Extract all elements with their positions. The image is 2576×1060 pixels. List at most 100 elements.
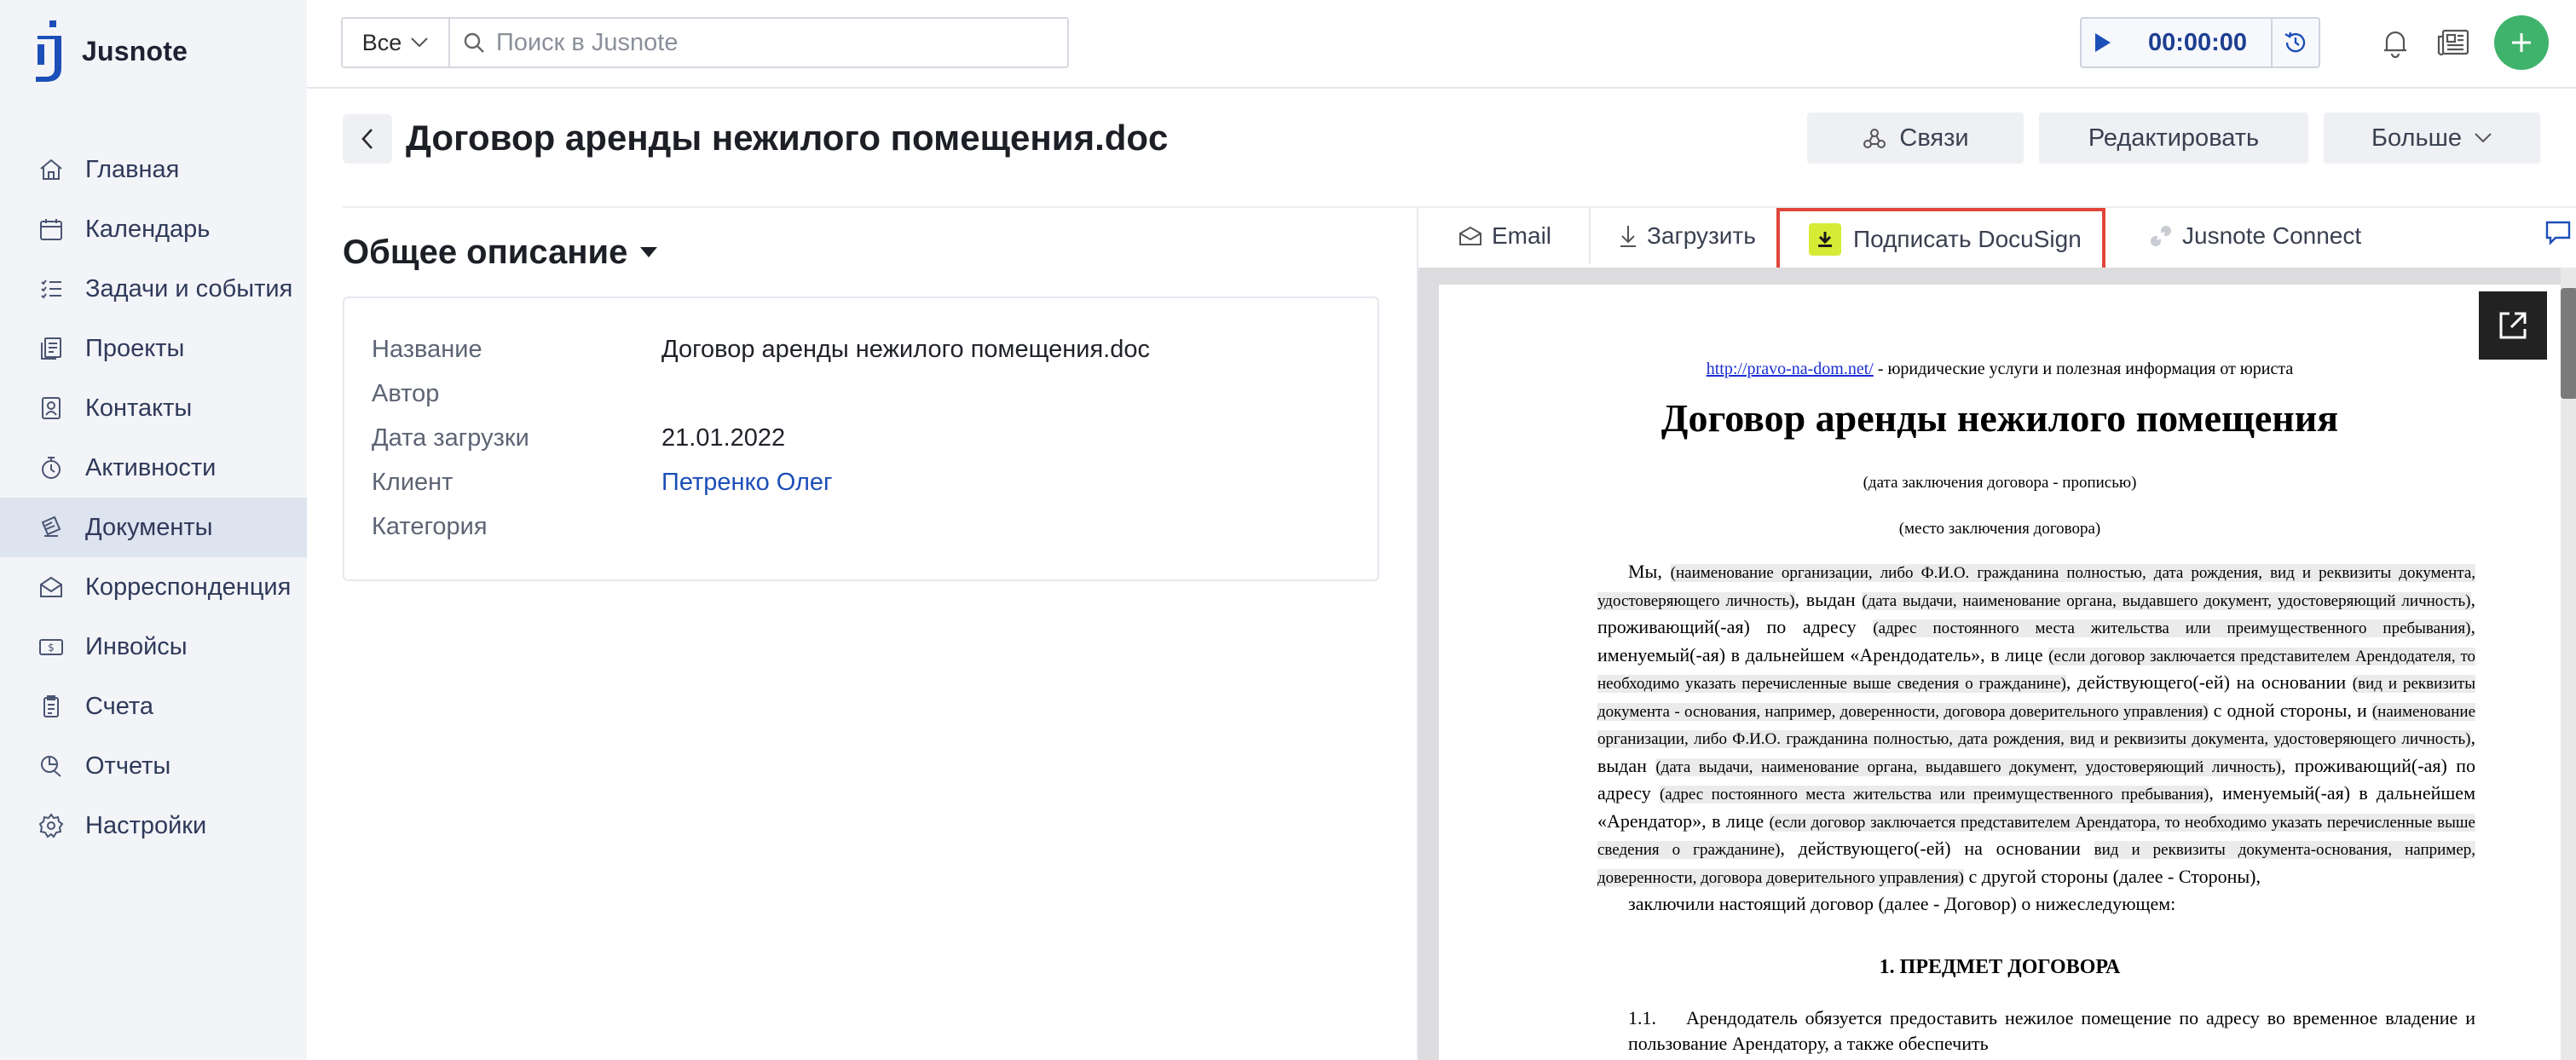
source-link[interactable]: http://pravo-na-dom.net/ bbox=[1707, 360, 1874, 378]
highlighted-placeholder: (адрес постоянного места жительства или … bbox=[1873, 619, 2471, 637]
jusnote-logo-icon bbox=[36, 20, 61, 82]
plus-icon bbox=[2512, 33, 2531, 52]
news-button[interactable] bbox=[2433, 22, 2474, 63]
sidebar-item-invoices[interactable]: $ Инвойсы bbox=[0, 617, 307, 677]
highlighted-placeholder: (адрес постоянного места жительства или … bbox=[1659, 786, 2209, 804]
docusign-icon bbox=[1809, 223, 1841, 256]
document-panel: Email Загрузить Jusnote Connect Подписат… bbox=[1417, 208, 2576, 1060]
concluded-paragraph: заключили настоящий договор (далее - Дог… bbox=[1628, 893, 2176, 914]
preamble-text: , действующего(-ей) на основании bbox=[2065, 671, 2353, 693]
open-external-button[interactable] bbox=[2479, 291, 2547, 360]
sidebar-item-settings[interactable]: Настройки bbox=[0, 796, 307, 855]
viewer-scroll-thumb[interactable] bbox=[2561, 288, 2576, 399]
chevron-down-icon bbox=[411, 37, 428, 48]
email-button-label: Email bbox=[1492, 222, 1552, 249]
bell-icon bbox=[2384, 31, 2406, 58]
highlighted-placeholder: (дата выдачи, наименование органа, выдав… bbox=[1655, 758, 2281, 776]
info-value: 21.01.2022 bbox=[661, 424, 786, 452]
info-row-client: Клиент Петренко Олег bbox=[372, 469, 833, 497]
preamble-text: , действующего(-ей) на основании bbox=[1780, 838, 2094, 859]
sidebar-item-contacts[interactable]: Контакты bbox=[0, 378, 307, 438]
create-new-button[interactable] bbox=[2494, 15, 2549, 70]
more-button[interactable]: Больше bbox=[2324, 112, 2540, 164]
activity-icon bbox=[36, 452, 66, 483]
sidebar-item-activities[interactable]: Активности bbox=[0, 438, 307, 498]
document-clause: 1.1. Арендодатель обязуется предоставить … bbox=[1628, 1005, 2475, 1057]
sidebar-item-label: Календарь bbox=[85, 215, 211, 243]
document-source-line: http://pravo-na-dom.net/ - юридические у… bbox=[1439, 360, 2561, 379]
jusnote-connect-button[interactable]: Jusnote Connect bbox=[2123, 208, 2378, 264]
sidebar-item-home[interactable]: Главная bbox=[0, 140, 307, 199]
timer-play-button[interactable] bbox=[2082, 32, 2124, 54]
global-search: Все bbox=[341, 17, 1069, 68]
highlighted-placeholder: (дата выдачи, наименование органа, выдав… bbox=[1862, 591, 2471, 610]
home-icon bbox=[36, 154, 66, 185]
clause-number: 1.1. bbox=[1628, 1007, 1656, 1028]
invoice-icon: $ bbox=[36, 631, 66, 662]
links-button[interactable]: Связи bbox=[1807, 112, 2024, 164]
correspondence-icon bbox=[36, 572, 66, 602]
email-button[interactable]: Email bbox=[1418, 208, 1589, 264]
edit-button-label: Редактировать bbox=[2088, 124, 2260, 152]
info-row-author: Автор bbox=[372, 380, 661, 408]
app-logo[interactable]: Jusnote bbox=[32, 19, 188, 84]
viewer-scrollbar[interactable] bbox=[2561, 268, 2576, 1060]
search-scope-dropdown[interactable]: Все bbox=[343, 19, 450, 66]
play-icon bbox=[2095, 33, 2111, 52]
sidebar-item-correspondence[interactable]: Корреспонденция bbox=[0, 557, 307, 617]
search-scope-label: Все bbox=[361, 29, 402, 55]
tasks-icon bbox=[36, 274, 66, 304]
clause-text: Арендодатель обязуется предоставить нежи… bbox=[1628, 1007, 2475, 1054]
sidebar-item-accounts[interactable]: Счета bbox=[0, 677, 307, 736]
preamble-text: , выдан bbox=[1794, 588, 1863, 610]
sidebar-nav: Главная Календарь Задачи и события Проек… bbox=[0, 140, 307, 855]
document-place-note: (место заключения договора) bbox=[1898, 520, 2101, 538]
docusign-sign-button[interactable]: Подписать DocuSign bbox=[1776, 208, 2105, 271]
newspaper-icon bbox=[2437, 29, 2469, 55]
document-viewer[interactable]: http://pravo-na-dom.net/ - юридические у… bbox=[1418, 268, 2576, 1060]
page-title: Договор аренды нежилого помещения.doc bbox=[406, 118, 1169, 158]
links-icon bbox=[1862, 125, 1887, 151]
preamble-text: с другой стороны (далее - Стороны), bbox=[1964, 865, 2261, 887]
document-page: http://pravo-na-dom.net/ - юридические у… bbox=[1439, 285, 2561, 1060]
link-icon bbox=[2148, 223, 2174, 249]
download-button[interactable]: Загрузить bbox=[1591, 208, 1776, 264]
sidebar-item-label: Документы bbox=[85, 513, 213, 541]
timer-history-button[interactable] bbox=[2271, 19, 2319, 66]
calendar-icon bbox=[36, 214, 66, 245]
sidebar-item-label: Активности bbox=[85, 453, 217, 481]
sidebar-item-calendar[interactable]: Календарь bbox=[0, 199, 307, 259]
document-date-note: (дата заключения договора - прописью) bbox=[1863, 474, 2137, 492]
documents-icon bbox=[36, 512, 66, 543]
sidebar: Jusnote Главная Календарь Задачи и событ… bbox=[0, 0, 307, 1060]
search-input[interactable] bbox=[496, 28, 1042, 57]
sidebar-item-label: Проекты bbox=[85, 334, 185, 362]
sidebar-item-tasks[interactable]: Задачи и события bbox=[0, 259, 307, 319]
sidebar-item-label: Настройки bbox=[85, 811, 207, 839]
client-link[interactable]: Петренко Олег bbox=[661, 469, 833, 497]
sidebar-item-projects[interactable]: Проекты bbox=[0, 319, 307, 378]
info-row-name: Название Договор аренды нежилого помещен… bbox=[372, 336, 1150, 364]
back-button[interactable] bbox=[343, 114, 392, 164]
document-section-heading: 1. ПРЕДМЕТ ДОГОВОРА bbox=[1879, 956, 2121, 978]
chevron-left-icon bbox=[361, 129, 373, 149]
notifications-button[interactable] bbox=[2375, 22, 2416, 63]
document-title: Договор аренды нежилого помещения bbox=[1661, 396, 2339, 440]
more-button-label: Больше bbox=[2371, 124, 2462, 152]
overview-toggle[interactable]: Общее описание bbox=[343, 228, 658, 276]
external-link-icon bbox=[2499, 312, 2527, 339]
document-preamble: Мы, (наименование организации, либо Ф.И.… bbox=[1597, 559, 2476, 918]
sidebar-item-label: Корреспонденция bbox=[85, 573, 292, 601]
info-row-category: Категория bbox=[372, 513, 661, 541]
sidebar-item-documents[interactable]: Документы bbox=[0, 498, 307, 557]
timer-value: 00:00:00 bbox=[2147, 28, 2248, 56]
edit-button[interactable]: Редактировать bbox=[2039, 112, 2308, 164]
comments-button[interactable] bbox=[2544, 218, 2573, 251]
comment-icon bbox=[2545, 221, 2571, 245]
sidebar-item-label: Счета bbox=[85, 692, 153, 720]
sidebar-item-label: Задачи и события bbox=[85, 274, 293, 302]
sidebar-item-reports[interactable]: Отчеты bbox=[0, 736, 307, 796]
preamble-text: Мы, bbox=[1628, 561, 1671, 582]
preamble-text: с одной стороны, и bbox=[2208, 699, 2372, 721]
info-row-upload-date: Дата загрузки 21.01.2022 bbox=[372, 424, 785, 452]
